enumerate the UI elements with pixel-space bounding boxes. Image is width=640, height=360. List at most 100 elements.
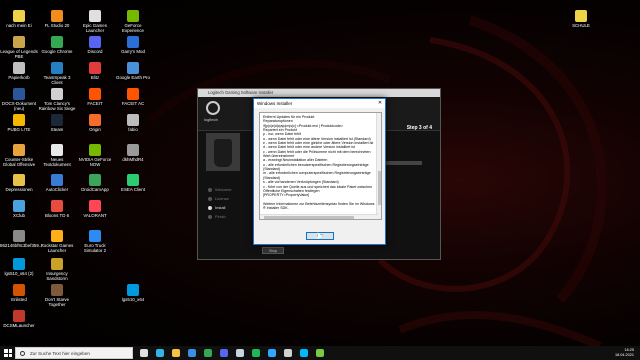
desktop-icon[interactable]: Rockstar Games Launcher — [38, 230, 76, 253]
logitech-titlebar[interactable]: Logitech Gaming Software Installer — [198, 89, 440, 97]
app-icon — [51, 230, 63, 242]
desktop-icon[interactable]: TeamSpeak 3 Client — [38, 62, 76, 85]
desktop-icon[interactable]: Epic Games Launcher — [76, 10, 114, 33]
desktop-icon[interactable]: Steam — [38, 114, 76, 132]
desktop-icon[interactable]: GeForce Experience — [114, 10, 152, 33]
app-icon — [13, 230, 25, 242]
desktop-icon[interactable]: SCHULE — [562, 10, 600, 28]
app-icon — [13, 36, 25, 48]
app-icon[interactable] — [284, 349, 292, 357]
desktop-icon[interactable]: FL Studio 20 — [38, 10, 76, 28]
app-icon — [127, 114, 139, 126]
spotify-icon[interactable] — [252, 349, 260, 357]
desktop-icon[interactable]: Enlisted — [0, 284, 38, 302]
app-icon — [89, 144, 101, 156]
desktop-icon[interactable]: Google Earth Pro — [114, 62, 152, 80]
desktop-icon-label: DOCX-Dokument (neu) — [1, 101, 37, 111]
desktop-icon[interactable]: FACEIT — [76, 88, 114, 106]
desktop-icon[interactable]: FACEIT AC — [114, 88, 152, 106]
desktop-icon-label: DroidCamApp — [81, 187, 109, 192]
desktop-icon-label: Neues Textdokument — [43, 157, 71, 167]
desktop-icon-label: Enlisted — [11, 297, 27, 302]
desktop-icon[interactable]: AutoClicker — [38, 174, 76, 192]
discord-icon[interactable] — [220, 349, 228, 357]
desktop-icon[interactable]: DCSMLauncher — [0, 310, 38, 328]
windows-start-icon[interactable] — [4, 349, 12, 357]
app-icon — [51, 258, 63, 270]
desktop-icon[interactable]: DroidCamApp — [76, 174, 114, 192]
store-icon[interactable] — [188, 349, 196, 357]
desktop-icon-label: Euro Truck Simulator 2 — [83, 243, 107, 253]
steam-icon[interactable] — [236, 349, 244, 357]
app-icon — [127, 88, 139, 100]
dialog-titlebar[interactable]: Windows Installer ✕ — [254, 99, 385, 108]
logitech-brand: logitech — [204, 117, 218, 122]
clock-time: 16:25 — [624, 348, 634, 352]
desktop-icon[interactable]: PUBG LITE — [0, 114, 38, 132]
edge-icon[interactable] — [156, 349, 164, 357]
vertical-scrollbar[interactable] — [376, 113, 381, 219]
app-icon — [13, 88, 25, 100]
desktop-icon[interactable]: VALORANT — [76, 200, 114, 218]
app-icon — [51, 284, 63, 296]
app-icon — [51, 62, 63, 74]
app-icon — [89, 10, 101, 22]
desktop-icon-label: Depressionen — [5, 187, 33, 192]
search-input[interactable]: Zur Suche Text hier eingeben — [15, 347, 133, 359]
desktop-icon[interactable]: Origin — [76, 114, 114, 132]
stop-button[interactable]: Stop — [262, 247, 284, 254]
app-icon — [51, 174, 63, 186]
desktop-icon[interactable]: NVIDIA GeForce NOW — [76, 144, 114, 167]
desktop-icon[interactable]: Bloons TD 6 — [38, 200, 76, 218]
desktop-icon[interactable]: Don't Starve Together — [38, 284, 76, 307]
desktop-icon[interactable]: Euro Truck Simulator 2 — [76, 230, 114, 253]
desktop-icon-label: Google Chrome — [41, 49, 73, 54]
task-view-icon[interactable] — [140, 349, 148, 357]
desktop-icon-label: NVIDIA GeForce NOW — [78, 157, 112, 167]
chrome-icon[interactable] — [204, 349, 212, 357]
desktop-icon-label: lgs510_x64 — [121, 297, 145, 302]
desktop-icon[interactable]: 862146bf8c3bef359... — [0, 230, 42, 248]
desktop-icon[interactable]: nach mein Ei — [0, 10, 38, 28]
desktop-icon-label: Tom Clancy's Rainbow Six Siege — [38, 101, 76, 111]
dialog-message-area[interactable]: Entfernt Updates für ein Produkt Reparat… — [259, 112, 382, 220]
desktop-icon[interactable]: lgs510_x64 — [114, 284, 152, 302]
logitech-icon[interactable] — [300, 349, 308, 357]
desktop-icon[interactable]: Tom Clancy's Rainbow Six Siege — [38, 88, 76, 111]
desktop-icon[interactable]: Discord — [76, 36, 114, 54]
app-icon — [51, 36, 63, 48]
desktop-icon-label: League of Legends PBE — [0, 49, 38, 59]
app-icon — [127, 36, 139, 48]
desktop-icon[interactable]: dkhMhdR4 — [114, 144, 152, 162]
desktop-icon[interactable]: Google Chrome — [38, 36, 76, 54]
app-icon — [89, 62, 101, 74]
desktop-icon[interactable]: Blitz — [76, 62, 114, 80]
desktop-icon[interactable]: ESEA Client — [114, 174, 152, 192]
search-icon — [20, 351, 25, 356]
app-icon — [51, 88, 63, 100]
desktop-icon[interactable]: Garry's Mod — [114, 36, 152, 54]
horizontal-scrollbar[interactable] — [260, 214, 378, 219]
desktop-icon[interactable]: Neues Textdokument — [38, 144, 76, 167]
installer-icon[interactable] — [316, 349, 324, 357]
desktop-icon[interactable]: lgs510_x64 (2) — [0, 258, 38, 276]
desktop-icon[interactable]: League of Legends PBE — [0, 36, 38, 59]
photoshop-icon[interactable] — [268, 349, 276, 357]
app-icon — [13, 200, 25, 212]
desktop-icon[interactable]: DOCX-Dokument (neu) — [0, 88, 38, 111]
desktop-icon[interactable]: Insurgency Sandstorm — [38, 258, 76, 281]
desktop-icon-label: FL Studio 20 — [44, 23, 70, 28]
app-icon — [89, 230, 101, 242]
close-icon[interactable]: ✕ — [375, 99, 385, 108]
desktop-icon[interactable]: Papierkorb — [0, 62, 38, 80]
desktop-icon[interactable]: Counter-Strike Global Offensive — [0, 144, 38, 167]
file-explorer-icon[interactable] — [172, 349, 180, 357]
step-indicator: Step 3 of 4 — [406, 125, 432, 131]
desktop-icon[interactable]: XClub — [0, 200, 38, 218]
desktop-icon-label: lgs510_x64 (2) — [4, 271, 34, 276]
step-finish: Finish — [208, 214, 226, 219]
desktop-icon[interactable]: Depressionen — [0, 174, 38, 192]
desktop-icon[interactable]: fabio — [114, 114, 152, 132]
app-icon — [89, 174, 101, 186]
windows-installer-dialog[interactable]: Windows Installer ✕ Entfernt Updates für… — [253, 98, 386, 245]
